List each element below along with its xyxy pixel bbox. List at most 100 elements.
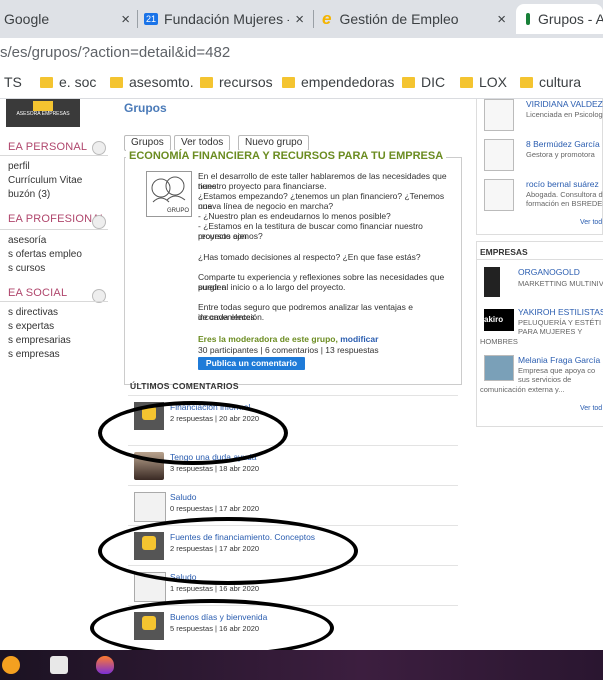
person-card[interactable]: rocío bernal suárez Abogada. Consultora … xyxy=(484,179,603,215)
bookmark-item[interactable]: cultura xyxy=(520,74,581,90)
logo-mark-icon xyxy=(33,101,53,111)
tab-google[interactable]: Google × xyxy=(4,4,136,34)
comment-title[interactable]: Saludo xyxy=(170,492,196,502)
avatar xyxy=(484,179,514,211)
nav-item-ofertas[interactable]: s ofertas empleo xyxy=(8,249,82,260)
group-image-label: GRUPO xyxy=(166,208,189,214)
document-icon[interactable] xyxy=(50,656,68,674)
annotation-ellipse xyxy=(98,401,288,465)
person-name[interactable]: VIRIDIANA VALDEZ xyxy=(526,99,603,109)
sketch-faces-icon xyxy=(151,176,186,203)
folder-icon xyxy=(40,76,53,88)
page-content: ASESORA EMPRESAS EA PERSONAL perfil Curr… xyxy=(0,99,603,650)
calendar-icon: 21 xyxy=(144,13,159,25)
avatar xyxy=(484,139,514,171)
company-logo xyxy=(484,267,500,297)
ver-todas-link[interactable]: Ver tod xyxy=(580,219,602,226)
bookmark-item[interactable]: asesomto. xyxy=(110,74,194,90)
comment-meta: 0 respuestas | 17 abr 2020 xyxy=(170,504,260,513)
tab-separator xyxy=(313,10,314,28)
company-name[interactable]: Melania Fraga García xyxy=(518,355,600,365)
description-line: ¿Has tomado decisiones al respecto? ¿En … xyxy=(198,252,421,262)
group-title: ECONOMÍA FINANCIERA Y RECURSOS PARA TU E… xyxy=(126,150,447,162)
nav-item-empresas[interactable]: s empresas xyxy=(8,349,60,360)
divider xyxy=(0,229,108,230)
person-name[interactable]: rocío bernal suárez xyxy=(526,179,599,189)
person-role: formación en BSREDES xyxy=(526,199,603,208)
tab-fundacion[interactable]: 21 Fundación Mujeres - Calend × xyxy=(144,4,310,34)
description-line: recursos ajenos? xyxy=(198,231,263,241)
avatar xyxy=(484,99,514,131)
ver-todas-link[interactable]: Ver tod xyxy=(580,405,602,412)
folder-icon xyxy=(282,76,295,88)
company-desc: sus servicios de xyxy=(518,375,572,384)
modificar-link[interactable]: modificar xyxy=(340,334,378,344)
bookmarks-bar: TS e. soc asesomto. recursos empendedora… xyxy=(0,68,603,99)
ie-icon: e xyxy=(322,9,332,28)
grupos-button[interactable]: Grupos xyxy=(124,135,171,151)
divider xyxy=(0,301,108,302)
tab-separator xyxy=(137,10,138,28)
company-logo: akiro xyxy=(484,309,514,331)
person-card[interactable]: 8 Bermúdez García Gestora y promotora xyxy=(484,139,603,175)
group-stats: 30 participantes | 6 comentarios | 13 re… xyxy=(198,345,379,355)
bookmark-item[interactable]: recursos xyxy=(200,74,273,90)
person-card[interactable]: VIRIDIANA VALDEZ Licenciada en Psicologí xyxy=(484,99,603,135)
description-line: de cada elección. xyxy=(198,312,265,322)
taskbar xyxy=(0,650,603,680)
company-desc: PELUQUERÍA Y ESTÉTI xyxy=(518,318,602,327)
url-text: s/es/grupos/?action=detail&id=482 xyxy=(0,44,231,61)
firefox-icon[interactable] xyxy=(96,656,114,674)
user-icon xyxy=(92,215,106,229)
tab-label: Grupos - A xyxy=(538,11,603,27)
app-icon[interactable] xyxy=(2,656,20,674)
person-name[interactable]: 8 Bermúdez García xyxy=(526,139,600,149)
publish-comment-button[interactable]: Publica un comentario xyxy=(198,357,305,370)
nav-item-expertas[interactable]: s expertas xyxy=(8,321,54,332)
comment-meta: 1 respuestas | 16 abr 2020 xyxy=(170,584,260,593)
company-name[interactable]: ORGANOGOLD xyxy=(518,267,580,277)
nuevo-grupo-button[interactable]: Nuevo grupo xyxy=(238,135,310,151)
annotation-ellipse xyxy=(98,517,358,585)
tab-label: Gestión de Empleo xyxy=(339,11,459,27)
company-desc: comunicación externa y... xyxy=(480,385,565,394)
divider xyxy=(476,259,603,260)
group-image: GRUPO xyxy=(146,171,192,217)
tab-grupos[interactable]: Grupos - A xyxy=(516,4,603,34)
company-desc: MARKETTING MULTINIV xyxy=(518,279,603,288)
nav-item-cv[interactable]: Currículum Vitae xyxy=(8,175,82,186)
company-name[interactable]: YAKIROH ESTILISTAS xyxy=(518,307,603,317)
folder-icon xyxy=(460,76,473,88)
close-icon[interactable]: × xyxy=(115,11,136,28)
nav-item-asesoria[interactable]: asesoría xyxy=(8,235,46,246)
close-icon[interactable]: × xyxy=(491,11,512,28)
logo: ASESORA EMPRESAS xyxy=(6,99,80,127)
nav-item-buzon[interactable]: buzón (3) xyxy=(8,189,50,200)
bookmark-item[interactable]: empendedoras xyxy=(282,74,394,90)
ver-todos-button[interactable]: Ver todos xyxy=(174,135,231,151)
nav-item-directivas[interactable]: s directivas xyxy=(8,307,58,318)
user-icon xyxy=(92,141,106,155)
description-line: nuestro proyecto para financiarse. xyxy=(198,181,327,191)
bookmark-item[interactable]: DIC xyxy=(402,74,445,90)
nav-item-empresarias[interactable]: s empresarias xyxy=(8,335,71,346)
nav-item-perfil[interactable]: perfil xyxy=(8,161,30,172)
bookmark-item[interactable]: TS xyxy=(4,74,22,90)
nav-section-social: EA SOCIAL xyxy=(8,287,68,299)
folder-icon xyxy=(200,76,213,88)
tab-gestion-empleo[interactable]: e Gestión de Empleo × xyxy=(322,4,512,34)
empresas-title: EMPRESAS xyxy=(480,247,528,257)
comment-meta: 3 respuestas | 18 abr 2020 xyxy=(170,464,260,473)
close-icon[interactable]: × xyxy=(289,11,310,28)
comment-row[interactable]: Saludo 0 respuestas | 17 abr 2020 xyxy=(128,485,458,524)
description-line: nueva línea de negocio en marcha? xyxy=(198,201,334,211)
bookmark-item[interactable]: e. soc xyxy=(40,74,96,90)
bookmark-item[interactable]: LOX xyxy=(460,74,507,90)
address-bar[interactable]: s/es/grupos/?action=detail&id=482 xyxy=(0,38,603,68)
company-desc: PARA MUJERES Y xyxy=(518,327,583,336)
company-desc: HOMBRES xyxy=(480,337,518,346)
nav-item-cursos[interactable]: s cursos xyxy=(8,263,45,274)
page-icon xyxy=(526,13,530,25)
person-role: Abogada. Consultora de xyxy=(526,190,603,199)
divider xyxy=(0,155,108,156)
